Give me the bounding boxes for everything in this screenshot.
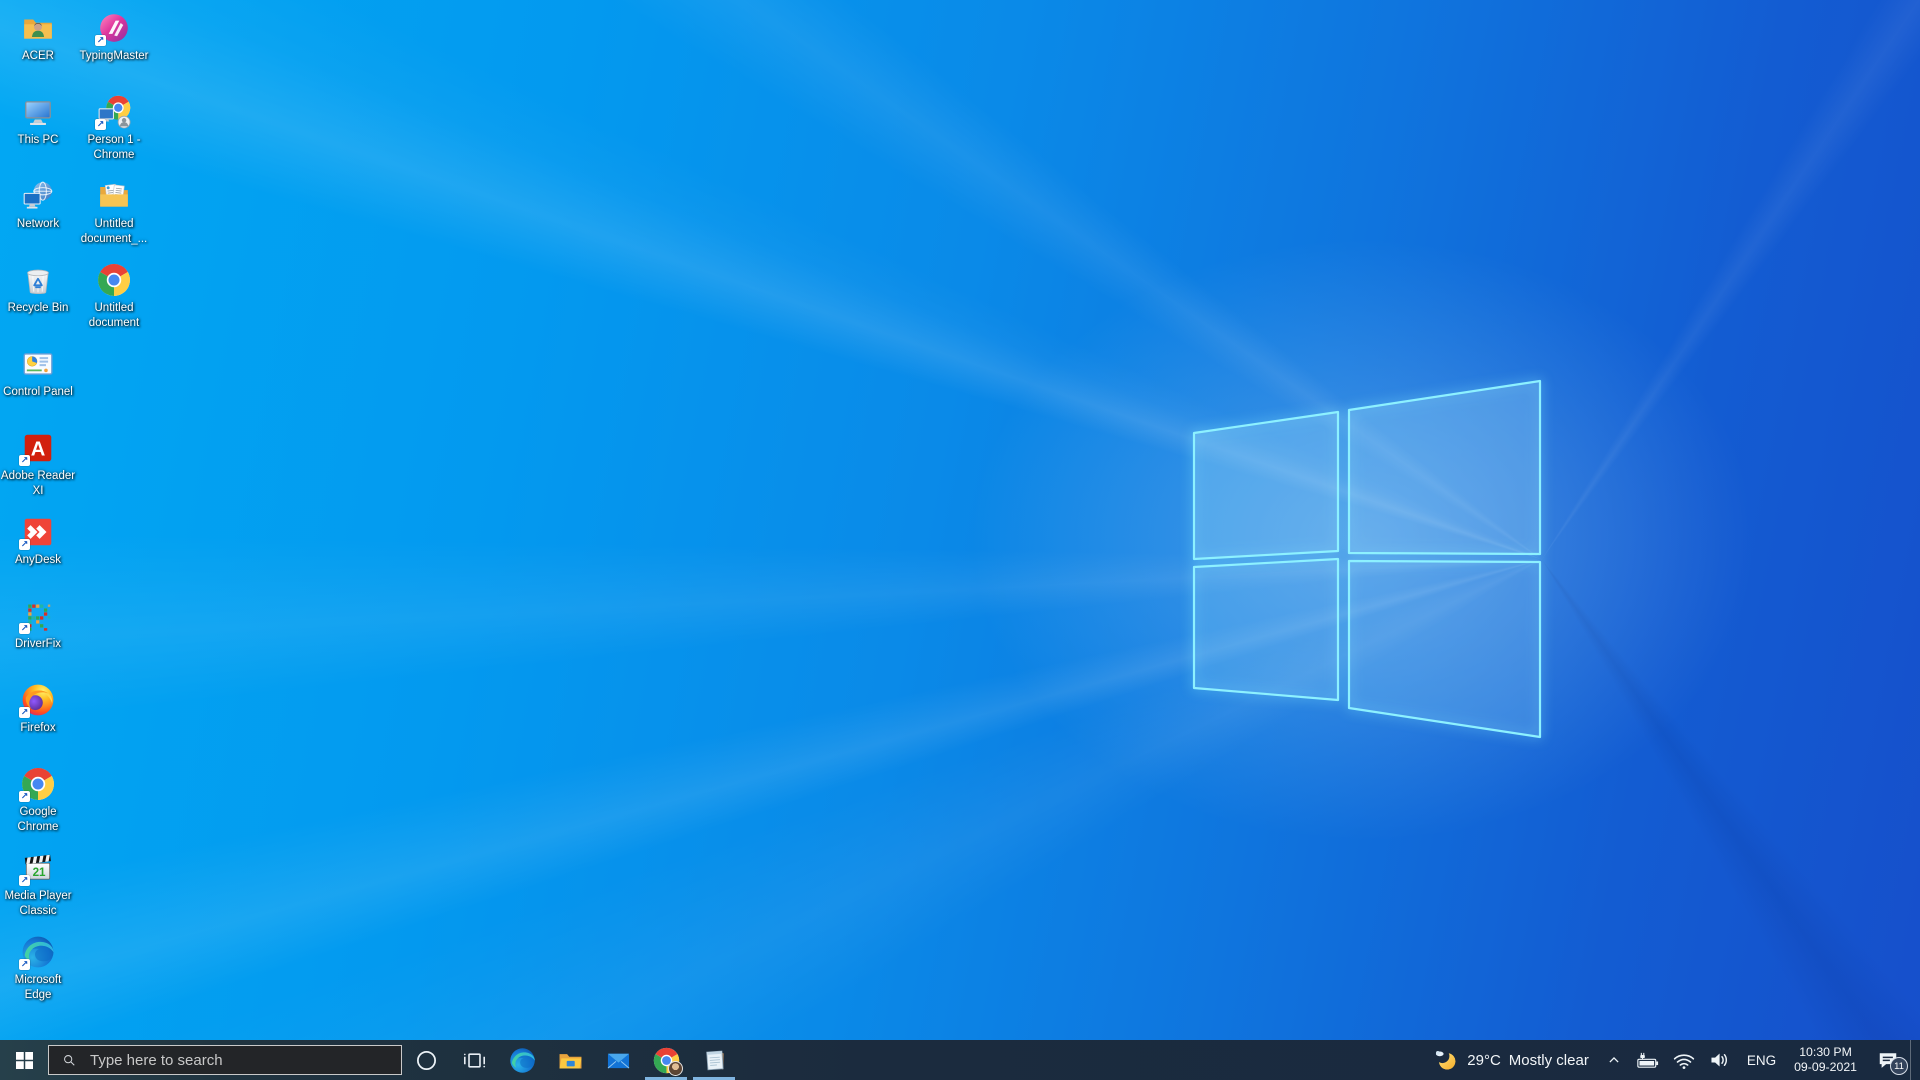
start-button[interactable] xyxy=(0,1040,48,1080)
battery-charging-icon xyxy=(1635,1047,1661,1073)
desktop-icon-label: AnyDesk xyxy=(15,553,61,568)
weather-widget[interactable]: 29°C Mostly clear xyxy=(1422,1040,1598,1080)
desktop-icon-anydesk[interactable]: AnyDesk xyxy=(0,514,76,568)
desktop-icon-untitled-document[interactable]: Untitled document xyxy=(76,262,152,330)
desktop-icon-typingmaster[interactable]: TypingMaster xyxy=(76,10,152,64)
desktop-icon-acer[interactable]: ACER xyxy=(0,10,76,64)
notepad-taskbar-button[interactable] xyxy=(690,1040,738,1080)
taskview-icon xyxy=(461,1047,488,1074)
desktop-icon-label: Control Panel xyxy=(3,385,73,400)
shortcut-arrow-icon xyxy=(19,875,30,886)
language-indicator[interactable]: ENG xyxy=(1738,1040,1785,1080)
show-hidden-icons-button[interactable] xyxy=(1598,1040,1630,1080)
search-icon xyxy=(61,1052,78,1069)
edge-taskbar-button[interactable] xyxy=(498,1040,546,1080)
mail-taskbar-button[interactable] xyxy=(594,1040,642,1080)
desktop-icon-person1-chrome[interactable]: Person 1 - Chrome xyxy=(76,94,152,162)
task-view-taskbar-button[interactable] xyxy=(450,1040,498,1080)
shortcut-arrow-icon xyxy=(19,455,30,466)
desktop-icon-media-player-classic[interactable]: Media Player Classic xyxy=(0,850,76,918)
desktop-icon-label: ACER xyxy=(22,49,54,64)
notepad-icon xyxy=(701,1047,728,1074)
windows-logo xyxy=(1188,376,1544,744)
desktop-icon-microsoft-edge[interactable]: Microsoft Edge xyxy=(0,934,76,1002)
system-tray: 29°C Mostly clear ENG 10:30 PM 09-09-202… xyxy=(1422,1040,1920,1080)
desktop-icon-label: Google Chrome xyxy=(0,805,76,834)
desktop-icon-label: This PC xyxy=(18,133,59,148)
desktop-icon-label: Firefox xyxy=(20,721,55,736)
desktop-icon-label: DriverFix xyxy=(15,637,61,652)
desktop-icon-label: Recycle Bin xyxy=(8,301,69,316)
notification-count-badge: 11 xyxy=(1890,1057,1908,1075)
mail-icon xyxy=(605,1047,632,1074)
desktop-icon-untitled-document-trunc[interactable]: Untitled document_... xyxy=(76,178,152,246)
language-code: ENG xyxy=(1747,1053,1776,1068)
desktop-icon-label: Untitled document xyxy=(76,301,152,330)
desktop-icon-label: Media Player Classic xyxy=(0,889,76,918)
taskbar-empty-area xyxy=(738,1040,1422,1080)
taskbar-search[interactable] xyxy=(48,1045,402,1075)
weather-condition: Mostly clear xyxy=(1509,1052,1589,1069)
volume-status[interactable] xyxy=(1702,1040,1738,1080)
shortcut-arrow-icon xyxy=(95,119,106,130)
search-input[interactable] xyxy=(88,1051,401,1070)
windows-start-icon xyxy=(16,1052,33,1069)
explorer-icon xyxy=(557,1047,584,1074)
desktop[interactable]: ACER This PC Network Recycle Bin Control… xyxy=(0,0,1920,1080)
desktop-icon-network[interactable]: Network xyxy=(0,178,76,232)
action-center-button[interactable]: 11 xyxy=(1866,1040,1910,1080)
this-pc-icon xyxy=(21,95,55,129)
shortcut-arrow-icon xyxy=(19,959,30,970)
desktop-icon-firefox[interactable]: Firefox xyxy=(0,682,76,736)
desktop-icon-this-pc[interactable]: This PC xyxy=(0,94,76,148)
network-icon xyxy=(21,179,55,213)
desktop-icon-label: Adobe Reader XI xyxy=(0,469,76,498)
user-folder-icon xyxy=(21,11,55,45)
desktop-icon-adobe-reader[interactable]: Adobe Reader XI xyxy=(0,430,76,498)
chrome-taskbar-button[interactable] xyxy=(642,1040,690,1080)
cortana-icon xyxy=(413,1047,440,1074)
chevron-up-icon xyxy=(1603,1049,1625,1071)
file-explorer-taskbar-button[interactable] xyxy=(546,1040,594,1080)
desktop-icon-label: Network xyxy=(17,217,59,232)
clock-time: 10:30 PM xyxy=(1799,1045,1852,1060)
desktop-icon-control-panel[interactable]: Control Panel xyxy=(0,346,76,400)
profile-avatar-badge xyxy=(668,1061,683,1076)
chrome-icon xyxy=(97,263,131,297)
clock[interactable]: 10:30 PM 09-09-2021 xyxy=(1785,1040,1866,1080)
edge-icon xyxy=(509,1047,536,1074)
moon-weather-icon xyxy=(1431,1046,1459,1074)
wifi-icon xyxy=(1671,1047,1697,1073)
taskbar: 29°C Mostly clear ENG 10:30 PM 09-09-202… xyxy=(0,1040,1920,1080)
shortcut-arrow-icon xyxy=(19,791,30,802)
desktop-icons-area: ACER This PC Network Recycle Bin Control… xyxy=(0,0,160,1040)
clock-date: 09-09-2021 xyxy=(1794,1060,1857,1075)
weather-temperature: 29°C xyxy=(1467,1052,1501,1069)
wallpaper-light-beams xyxy=(0,0,1920,1080)
show-desktop-button[interactable] xyxy=(1910,1040,1920,1080)
shortcut-arrow-icon xyxy=(19,623,30,634)
desktop-icon-google-chrome[interactable]: Google Chrome xyxy=(0,766,76,834)
desktop-icon-label: Person 1 - Chrome xyxy=(76,133,152,162)
recycle-bin-icon xyxy=(21,263,55,297)
desktop-icon-label: Microsoft Edge xyxy=(0,973,76,1002)
battery-status[interactable] xyxy=(1630,1040,1666,1080)
desktop-icon-recycle-bin[interactable]: Recycle Bin xyxy=(0,262,76,316)
desktop-icon-driverfix[interactable]: DriverFix xyxy=(0,598,76,652)
speaker-icon xyxy=(1707,1047,1733,1073)
doc-folder-icon xyxy=(97,179,131,213)
shortcut-arrow-icon xyxy=(19,707,30,718)
desktop-icon-label: TypingMaster xyxy=(79,49,148,64)
desktop-icon-label: Untitled document_... xyxy=(76,217,152,246)
cortana-taskbar-button[interactable] xyxy=(402,1040,450,1080)
network-status[interactable] xyxy=(1666,1040,1702,1080)
shortcut-arrow-icon xyxy=(19,539,30,550)
shortcut-arrow-icon xyxy=(95,35,106,46)
control-panel-icon xyxy=(21,347,55,381)
